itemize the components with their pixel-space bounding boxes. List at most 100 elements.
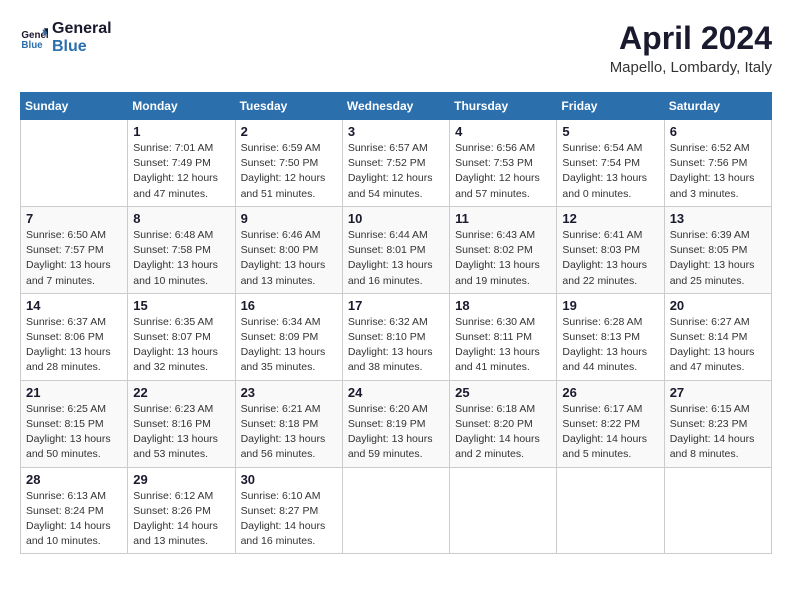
calendar-cell: 15 Sunrise: 6:35 AM Sunset: 8:07 PM Dayl… [128,293,235,380]
sunset-text: Sunset: 8:22 PM [562,418,640,430]
calendar-cell: 23 Sunrise: 6:21 AM Sunset: 8:18 PM Dayl… [235,380,342,467]
calendar-cell: 13 Sunrise: 6:39 AM Sunset: 8:05 PM Dayl… [664,206,771,293]
calendar-cell: 5 Sunrise: 6:54 AM Sunset: 7:54 PM Dayli… [557,120,664,207]
day-info: Sunrise: 6:46 AM Sunset: 8:00 PM Dayligh… [241,228,337,289]
calendar-week-3: 14 Sunrise: 6:37 AM Sunset: 8:06 PM Dayl… [21,293,772,380]
sunrise-text: Sunrise: 7:01 AM [133,142,213,154]
col-header-thursday: Thursday [450,93,557,120]
title-block: April 2024 Mapello, Lombardy, Italy [610,20,772,76]
col-header-monday: Monday [128,93,235,120]
sunrise-text: Sunrise: 6:46 AM [241,229,321,241]
sunset-text: Sunset: 8:23 PM [670,418,748,430]
day-number: 20 [670,298,766,313]
sunrise-text: Sunrise: 6:35 AM [133,316,213,328]
day-number: 23 [241,385,337,400]
logo: General Blue General Blue [20,20,112,55]
calendar-cell: 10 Sunrise: 6:44 AM Sunset: 8:01 PM Dayl… [342,206,449,293]
calendar-cell: 20 Sunrise: 6:27 AM Sunset: 8:14 PM Dayl… [664,293,771,380]
daylight-text: Daylight: 14 hours and 13 minutes. [133,520,218,547]
day-number: 10 [348,211,444,226]
day-info: Sunrise: 6:39 AM Sunset: 8:05 PM Dayligh… [670,228,766,289]
daylight-text: Daylight: 14 hours and 5 minutes. [562,433,647,460]
sunset-text: Sunset: 7:58 PM [133,244,211,256]
daylight-text: Daylight: 12 hours and 47 minutes. [133,172,218,199]
day-info: Sunrise: 7:01 AM Sunset: 7:49 PM Dayligh… [133,141,229,202]
daylight-text: Daylight: 14 hours and 16 minutes. [241,520,326,547]
sunset-text: Sunset: 8:26 PM [133,505,211,517]
day-number: 30 [241,472,337,487]
sunrise-text: Sunrise: 6:23 AM [133,403,213,415]
calendar-cell: 25 Sunrise: 6:18 AM Sunset: 8:20 PM Dayl… [450,380,557,467]
calendar-week-5: 28 Sunrise: 6:13 AM Sunset: 8:24 PM Dayl… [21,467,772,554]
calendar-cell: 16 Sunrise: 6:34 AM Sunset: 8:09 PM Dayl… [235,293,342,380]
sunset-text: Sunset: 8:18 PM [241,418,319,430]
sunset-text: Sunset: 8:01 PM [348,244,426,256]
sunset-text: Sunset: 8:00 PM [241,244,319,256]
calendar-cell: 8 Sunrise: 6:48 AM Sunset: 7:58 PM Dayli… [128,206,235,293]
day-number: 7 [26,211,122,226]
day-number: 29 [133,472,229,487]
page-header: General Blue General Blue April 2024 Map… [20,20,772,76]
day-info: Sunrise: 6:52 AM Sunset: 7:56 PM Dayligh… [670,141,766,202]
day-number: 11 [455,211,551,226]
sunrise-text: Sunrise: 6:57 AM [348,142,428,154]
day-number: 2 [241,124,337,139]
logo-line1: General [52,20,112,38]
day-info: Sunrise: 6:35 AM Sunset: 8:07 PM Dayligh… [133,315,229,376]
daylight-text: Daylight: 12 hours and 54 minutes. [348,172,433,199]
sunrise-text: Sunrise: 6:20 AM [348,403,428,415]
sunrise-text: Sunrise: 6:59 AM [241,142,321,154]
col-header-friday: Friday [557,93,664,120]
daylight-text: Daylight: 13 hours and 47 minutes. [670,346,755,373]
day-info: Sunrise: 6:28 AM Sunset: 8:13 PM Dayligh… [562,315,658,376]
day-info: Sunrise: 6:17 AM Sunset: 8:22 PM Dayligh… [562,402,658,463]
calendar-cell: 26 Sunrise: 6:17 AM Sunset: 8:22 PM Dayl… [557,380,664,467]
sunrise-text: Sunrise: 6:17 AM [562,403,642,415]
sunset-text: Sunset: 8:05 PM [670,244,748,256]
col-header-saturday: Saturday [664,93,771,120]
daylight-text: Daylight: 13 hours and 44 minutes. [562,346,647,373]
sunrise-text: Sunrise: 6:30 AM [455,316,535,328]
day-info: Sunrise: 6:32 AM Sunset: 8:10 PM Dayligh… [348,315,444,376]
daylight-text: Daylight: 13 hours and 13 minutes. [241,259,326,286]
calendar-cell [342,467,449,554]
calendar-table: SundayMondayTuesdayWednesdayThursdayFrid… [20,92,772,554]
calendar-cell: 1 Sunrise: 7:01 AM Sunset: 7:49 PM Dayli… [128,120,235,207]
day-info: Sunrise: 6:50 AM Sunset: 7:57 PM Dayligh… [26,228,122,289]
calendar-cell: 21 Sunrise: 6:25 AM Sunset: 8:15 PM Dayl… [21,380,128,467]
daylight-text: Daylight: 13 hours and 19 minutes. [455,259,540,286]
day-number: 13 [670,211,766,226]
sunrise-text: Sunrise: 6:18 AM [455,403,535,415]
calendar-cell: 3 Sunrise: 6:57 AM Sunset: 7:52 PM Dayli… [342,120,449,207]
sunrise-text: Sunrise: 6:52 AM [670,142,750,154]
day-info: Sunrise: 6:21 AM Sunset: 8:18 PM Dayligh… [241,402,337,463]
daylight-text: Daylight: 13 hours and 59 minutes. [348,433,433,460]
day-number: 16 [241,298,337,313]
day-number: 24 [348,385,444,400]
day-number: 17 [348,298,444,313]
day-info: Sunrise: 6:30 AM Sunset: 8:11 PM Dayligh… [455,315,551,376]
sunset-text: Sunset: 8:06 PM [26,331,104,343]
day-info: Sunrise: 6:54 AM Sunset: 7:54 PM Dayligh… [562,141,658,202]
calendar-cell: 18 Sunrise: 6:30 AM Sunset: 8:11 PM Dayl… [450,293,557,380]
calendar-cell: 4 Sunrise: 6:56 AM Sunset: 7:53 PM Dayli… [450,120,557,207]
sunset-text: Sunset: 7:57 PM [26,244,104,256]
svg-text:Blue: Blue [21,39,43,50]
day-info: Sunrise: 6:56 AM Sunset: 7:53 PM Dayligh… [455,141,551,202]
calendar-week-2: 7 Sunrise: 6:50 AM Sunset: 7:57 PM Dayli… [21,206,772,293]
day-info: Sunrise: 6:25 AM Sunset: 8:15 PM Dayligh… [26,402,122,463]
sunrise-text: Sunrise: 6:56 AM [455,142,535,154]
sunset-text: Sunset: 8:09 PM [241,331,319,343]
col-header-tuesday: Tuesday [235,93,342,120]
sunrise-text: Sunrise: 6:21 AM [241,403,321,415]
day-info: Sunrise: 6:27 AM Sunset: 8:14 PM Dayligh… [670,315,766,376]
day-number: 18 [455,298,551,313]
sunrise-text: Sunrise: 6:41 AM [562,229,642,241]
day-info: Sunrise: 6:34 AM Sunset: 8:09 PM Dayligh… [241,315,337,376]
day-info: Sunrise: 6:44 AM Sunset: 8:01 PM Dayligh… [348,228,444,289]
sunrise-text: Sunrise: 6:43 AM [455,229,535,241]
day-number: 5 [562,124,658,139]
calendar-cell: 28 Sunrise: 6:13 AM Sunset: 8:24 PM Dayl… [21,467,128,554]
day-number: 1 [133,124,229,139]
day-info: Sunrise: 6:23 AM Sunset: 8:16 PM Dayligh… [133,402,229,463]
